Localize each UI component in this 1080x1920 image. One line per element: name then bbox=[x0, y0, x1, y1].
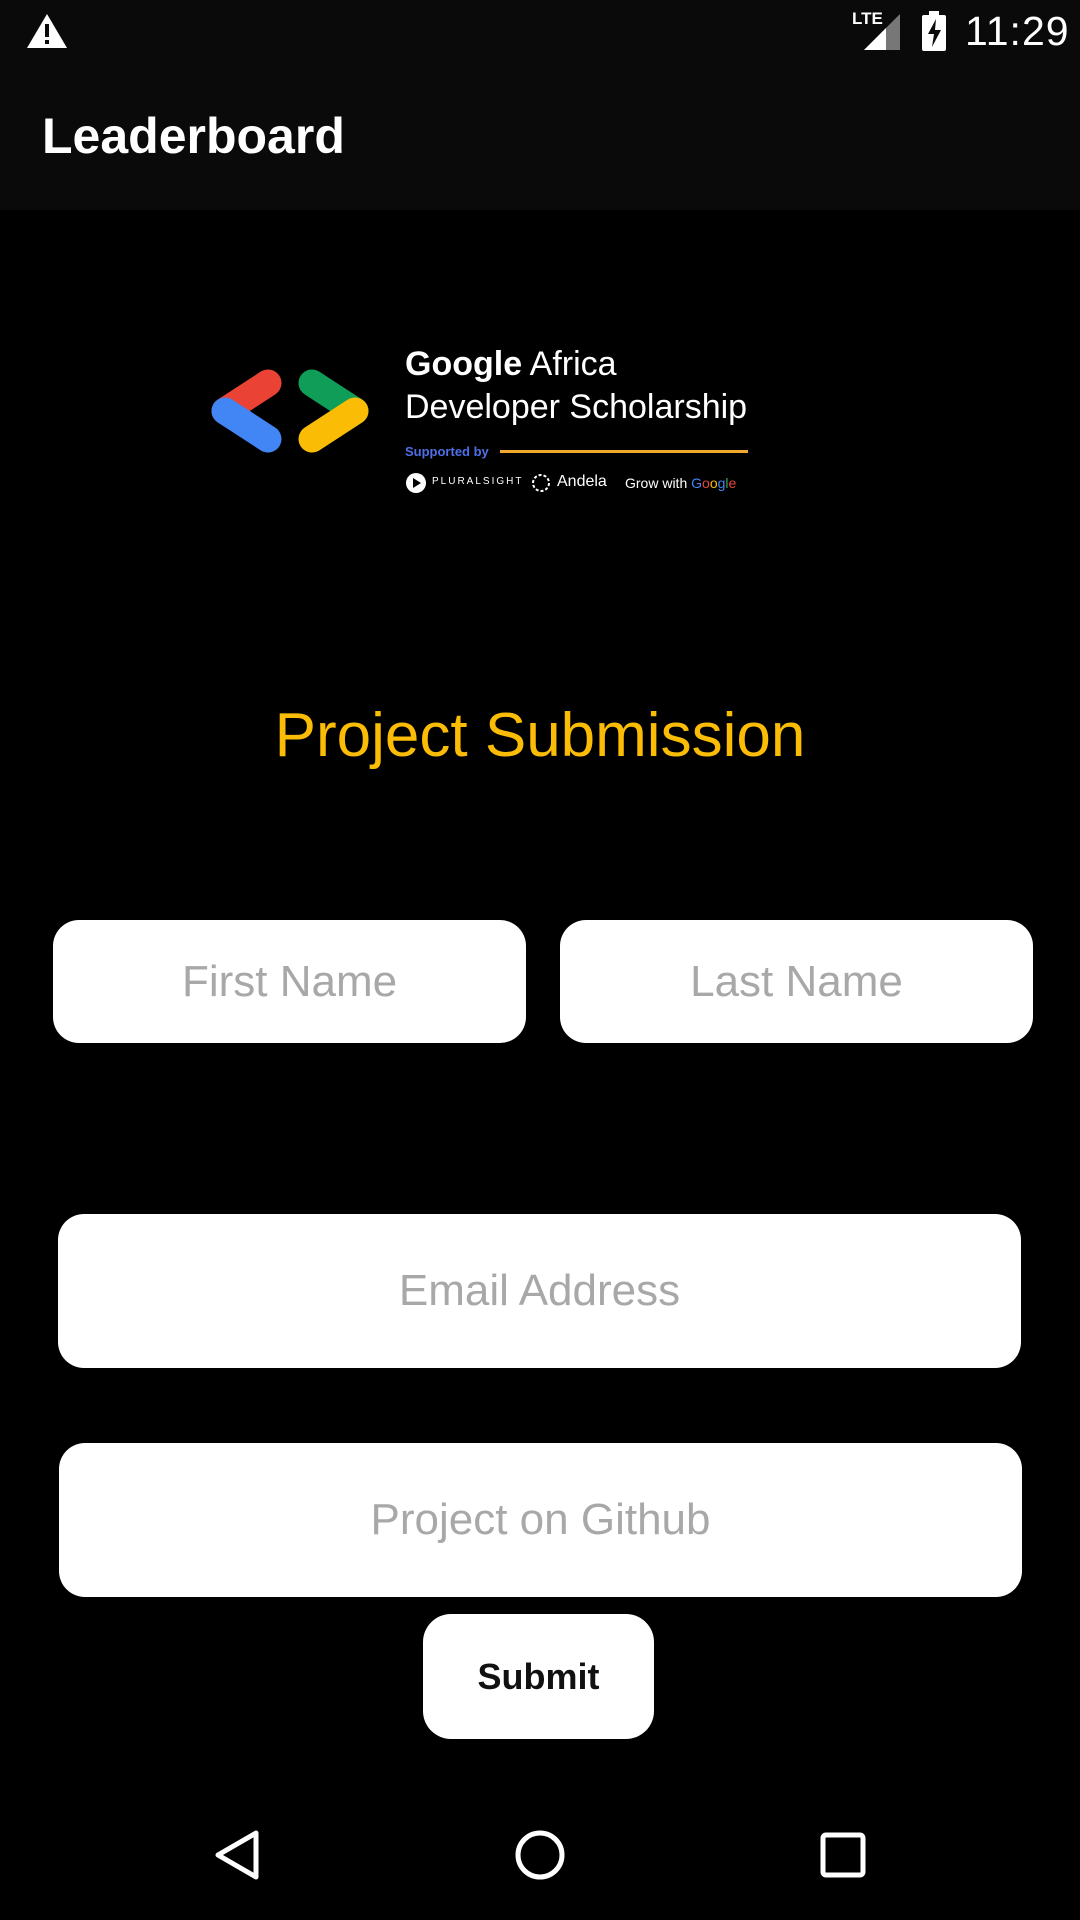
andela-label: Andela bbox=[557, 473, 607, 490]
home-icon[interactable] bbox=[510, 1825, 570, 1885]
partner-logos: PLURALSIGHT Andela Grow with Google bbox=[405, 470, 805, 496]
first-name-field[interactable] bbox=[53, 920, 526, 1043]
grow-with-google-label: Grow with Google bbox=[625, 475, 737, 491]
google-developers-logo-icon bbox=[211, 369, 369, 453]
pluralsight-icon bbox=[406, 473, 426, 493]
pluralsight-label: PLURALSIGHT bbox=[432, 476, 524, 487]
signal-icon bbox=[864, 14, 900, 50]
status-clock: 11:29 bbox=[965, 8, 1070, 54]
status-bar: LTE 11:29 bbox=[0, 0, 1080, 63]
supported-by-label: Supported by bbox=[405, 444, 489, 459]
last-name-field[interactable] bbox=[560, 920, 1033, 1043]
app-bar: Leaderboard bbox=[0, 63, 1080, 210]
page-title: Project Submission bbox=[274, 701, 806, 770]
logo-title-line2: Developer Scholarship bbox=[405, 388, 748, 426]
submit-button[interactable]: Submit bbox=[423, 1614, 654, 1739]
warning-icon bbox=[27, 14, 67, 48]
screen: LTE 11:29 Leaderboard Google Africa Deve… bbox=[0, 0, 1080, 1920]
logo-title-line1: Google Africa bbox=[405, 345, 617, 383]
battery-charging-icon bbox=[922, 11, 946, 51]
system-nav-bar bbox=[0, 1790, 1080, 1920]
back-icon[interactable] bbox=[206, 1825, 266, 1885]
app-title: Leaderboard bbox=[42, 108, 345, 164]
andela-icon bbox=[532, 474, 550, 492]
recent-apps-icon[interactable] bbox=[813, 1825, 873, 1885]
gads-logo: Google Africa Developer Scholarship Supp… bbox=[205, 340, 765, 510]
supported-by-divider bbox=[500, 450, 748, 453]
github-link-field[interactable] bbox=[59, 1443, 1022, 1597]
email-field[interactable] bbox=[58, 1214, 1021, 1368]
